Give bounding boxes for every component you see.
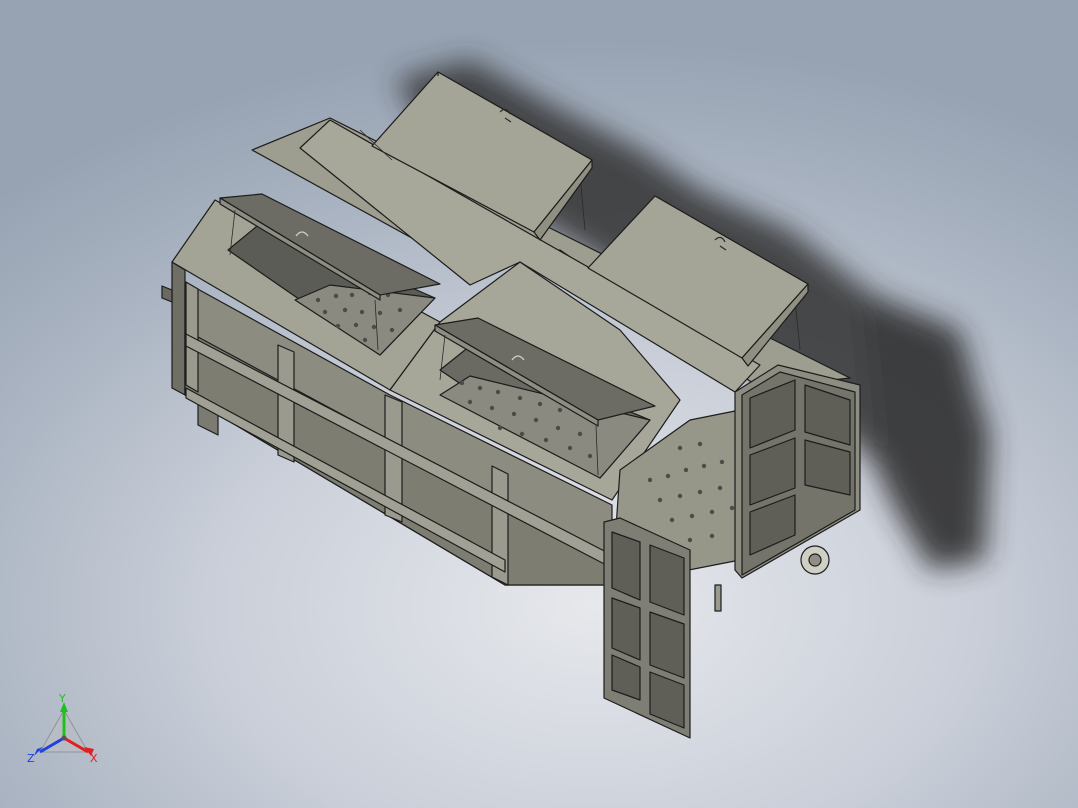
3d-model-view[interactable] xyxy=(0,0,1078,808)
left-end-wall xyxy=(171,261,186,396)
orientation-triad[interactable]: Y X Z xyxy=(22,690,112,780)
triad-y-label: Y xyxy=(58,692,66,705)
graphics-viewport[interactable]: Y X Z xyxy=(0,0,1078,808)
left-hook xyxy=(161,285,173,303)
triad-z-label: Z xyxy=(27,752,35,765)
triad-x-label: X xyxy=(90,752,98,765)
latch-post xyxy=(714,584,722,612)
